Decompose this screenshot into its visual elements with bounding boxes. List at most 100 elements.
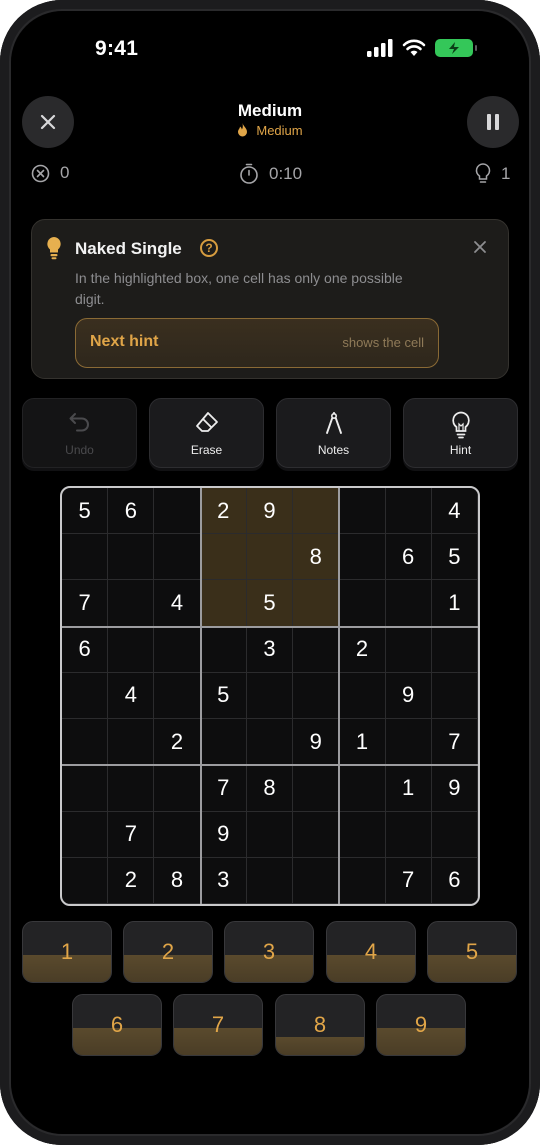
digit-label: 9 — [414, 1012, 428, 1037]
board-cell[interactable]: 6 — [62, 626, 109, 673]
board-cell[interactable] — [62, 857, 109, 904]
board-cell[interactable] — [154, 488, 201, 535]
board-cell[interactable]: 1 — [385, 765, 432, 812]
board-cell[interactable] — [62, 811, 109, 858]
board-cell[interactable] — [200, 626, 247, 673]
board-cell[interactable]: 9 — [293, 719, 340, 766]
board-cell[interactable] — [385, 719, 432, 766]
board-cell[interactable]: 7 — [200, 765, 247, 812]
board-cell[interactable] — [246, 857, 294, 904]
board-cell[interactable]: 9 — [246, 488, 294, 535]
notes-button[interactable]: Notes — [276, 398, 391, 468]
board-cell[interactable] — [293, 811, 340, 858]
board-cell[interactable] — [431, 626, 478, 673]
board-cell[interactable] — [293, 765, 340, 812]
hint-button[interactable]: Hint — [403, 398, 518, 468]
board-cell[interactable] — [339, 857, 386, 904]
digit-button-9[interactable]: 9 — [376, 994, 466, 1056]
board-cell[interactable]: 1 — [339, 719, 386, 766]
board-cell[interactable] — [293, 672, 340, 720]
board-cell[interactable]: 5 — [62, 488, 109, 535]
board-cell[interactable] — [339, 580, 386, 627]
board-cell[interactable] — [385, 580, 432, 627]
board-cell[interactable] — [385, 488, 432, 535]
board-cell[interactable]: 5 — [246, 580, 294, 627]
board-cell[interactable]: 4 — [431, 488, 478, 535]
board-cell[interactable] — [154, 811, 201, 858]
board-cell[interactable]: 6 — [385, 534, 432, 581]
board-cell[interactable] — [108, 765, 155, 812]
board-cell[interactable] — [154, 672, 201, 720]
board-cell[interactable]: 7 — [431, 719, 478, 766]
board-cell[interactable] — [431, 811, 478, 858]
board-cell[interactable] — [200, 719, 247, 766]
board-cell[interactable] — [154, 534, 201, 581]
board-cell[interactable] — [62, 719, 109, 766]
board-cell[interactable] — [246, 719, 294, 766]
board-cell[interactable] — [108, 534, 155, 581]
board-cell[interactable] — [246, 672, 294, 720]
board-cell[interactable]: 9 — [200, 811, 247, 858]
digit-button-8[interactable]: 8 — [275, 994, 365, 1056]
dismiss-hint-button[interactable] — [470, 237, 490, 257]
board-cell[interactable] — [154, 765, 201, 812]
board-cell[interactable] — [246, 534, 294, 581]
board-cell[interactable]: 7 — [385, 857, 432, 904]
board-cell[interactable]: 6 — [108, 488, 155, 535]
next-hint-button[interactable]: Next hint shows the cell — [75, 318, 439, 368]
board-cell[interactable] — [293, 857, 340, 904]
board-cell[interactable] — [62, 672, 109, 720]
board-cell[interactable]: 4 — [154, 580, 201, 627]
board-cell[interactable] — [339, 765, 386, 812]
board-cell[interactable]: 3 — [200, 857, 247, 904]
digit-label: 8 — [313, 1012, 327, 1037]
board-cell[interactable] — [108, 719, 155, 766]
board-cell[interactable]: 9 — [385, 672, 432, 720]
board-cell[interactable] — [200, 534, 247, 581]
board-cell[interactable] — [62, 534, 109, 581]
board-cell[interactable]: 5 — [431, 534, 478, 581]
board-cell[interactable]: 2 — [200, 488, 247, 535]
board-cell[interactable] — [431, 672, 478, 720]
board-cell[interactable] — [108, 580, 155, 627]
digit-button-5[interactable]: 5 — [427, 921, 517, 983]
board-cell[interactable]: 7 — [108, 811, 155, 858]
board-cell[interactable]: 6 — [431, 857, 478, 904]
digit-button-7[interactable]: 7 — [173, 994, 263, 1056]
board-cell[interactable]: 8 — [154, 857, 201, 904]
board-cell[interactable] — [154, 626, 201, 673]
board-cell[interactable]: 2 — [108, 857, 155, 904]
board-cell[interactable]: 2 — [154, 719, 201, 766]
board-cell[interactable] — [293, 626, 340, 673]
erase-button[interactable]: Erase — [149, 398, 264, 468]
board-cell[interactable] — [339, 534, 386, 581]
help-icon[interactable]: ? — [200, 239, 218, 257]
board-cell[interactable] — [200, 580, 247, 627]
board-cell[interactable] — [62, 765, 109, 812]
board-cell[interactable]: 8 — [293, 534, 340, 581]
board-cell[interactable] — [385, 626, 432, 673]
board-cell[interactable]: 4 — [108, 672, 155, 720]
board-cell[interactable] — [293, 580, 340, 627]
board-cell[interactable] — [293, 488, 340, 535]
digit-button-4[interactable]: 4 — [326, 921, 416, 983]
board-cell[interactable] — [339, 672, 386, 720]
board-cell[interactable] — [385, 811, 432, 858]
board-cell[interactable]: 5 — [200, 672, 247, 720]
board-cell[interactable]: 9 — [431, 765, 478, 812]
digit-button-6[interactable]: 6 — [72, 994, 162, 1056]
board-cell[interactable]: 7 — [62, 580, 109, 627]
digit-button-3[interactable]: 3 — [224, 921, 314, 983]
board-cell[interactable] — [108, 626, 155, 673]
board-cell[interactable] — [339, 811, 386, 858]
board-cell[interactable]: 3 — [246, 626, 294, 673]
digit-button-2[interactable]: 2 — [123, 921, 213, 983]
board-cell[interactable] — [339, 488, 386, 535]
undo-button[interactable]: Undo — [22, 398, 137, 468]
digit-button-1[interactable]: 1 — [22, 921, 112, 983]
board-cell[interactable] — [246, 811, 294, 858]
pause-button[interactable] — [467, 96, 519, 148]
board-cell[interactable]: 8 — [246, 765, 294, 812]
board-cell[interactable]: 1 — [431, 580, 478, 627]
board-cell[interactable]: 2 — [339, 626, 386, 673]
